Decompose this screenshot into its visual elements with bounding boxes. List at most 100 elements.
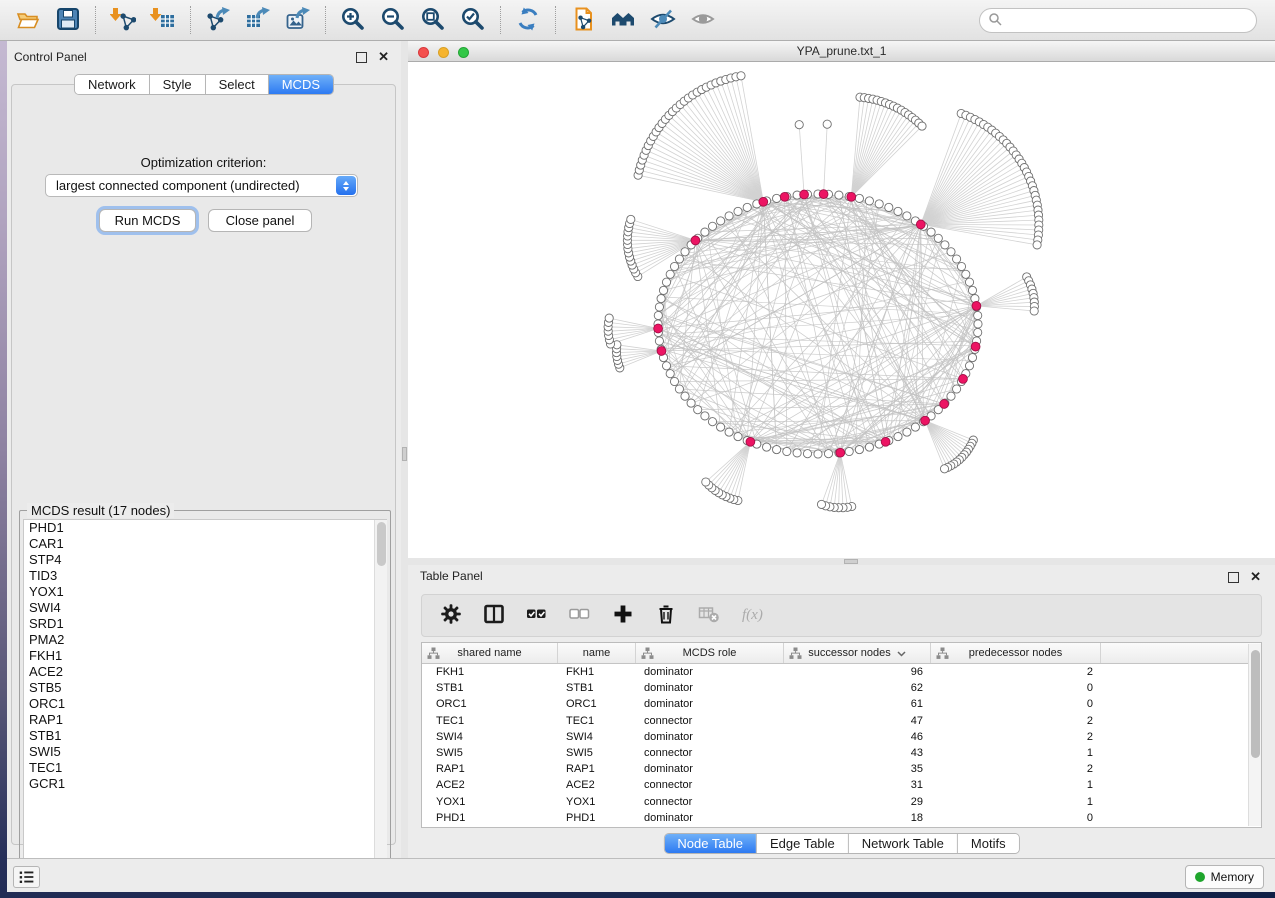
mcds-result-item[interactable]: CAR1 [24, 536, 386, 552]
table-row[interactable]: RAP1RAP1dominator352 [422, 761, 1261, 777]
create-column-button[interactable] [610, 603, 636, 629]
mcds-result-item[interactable]: GCR1 [24, 776, 386, 792]
mcds-result-item[interactable]: STB5 [24, 680, 386, 696]
tab-style[interactable]: Style [150, 75, 206, 94]
toolbar-separator [95, 6, 96, 34]
share-network-document-button[interactable] [566, 4, 600, 36]
mcds-result-item[interactable]: STB1 [24, 728, 386, 744]
table-row[interactable]: ACE2ACE2connector311 [422, 777, 1261, 793]
dominator-node [971, 342, 980, 351]
cb-unchecked-icon [569, 603, 591, 628]
search-box[interactable] [979, 8, 1257, 33]
toolbar-separator [500, 6, 501, 34]
export-table-button[interactable] [241, 4, 275, 36]
run-mcds-button[interactable]: Run MCDS [99, 209, 196, 232]
table-row[interactable]: PHD1PHD1dominator180 [422, 810, 1261, 826]
tab-network-table[interactable]: Network Table [849, 834, 958, 853]
toggle-graphics-details-button[interactable] [646, 4, 680, 36]
column-header-successor-nodes[interactable]: successor nodes [784, 643, 931, 663]
tab-edge-table[interactable]: Edge Table [757, 834, 849, 853]
float-panel-icon[interactable] [356, 52, 367, 63]
table-row[interactable]: ORC1ORC1dominator610 [422, 696, 1261, 712]
mcds-result-item[interactable]: SWI4 [24, 600, 386, 616]
table-row[interactable]: SWI5SWI5connector431 [422, 745, 1261, 761]
zoom-selected-button[interactable] [456, 4, 490, 36]
column-label: MCDS role [683, 647, 737, 659]
export-image-button[interactable] [281, 4, 315, 36]
cell-shared-name: SWI4 [422, 731, 558, 743]
mcds-result-item[interactable]: STP4 [24, 552, 386, 568]
mcds-result-item[interactable]: RAP1 [24, 712, 386, 728]
zoom-in-button[interactable] [336, 4, 370, 36]
table-row[interactable]: FKH1FKH1dominator962 [422, 664, 1261, 680]
mcds-result-list[interactable]: PHD1CAR1STP4TID3YOX1SWI4SRD1PMA2FKH1ACE2… [23, 519, 387, 879]
open-session-button[interactable] [11, 4, 45, 36]
tab-network[interactable]: Network [75, 75, 150, 94]
network-graph[interactable] [408, 62, 1275, 558]
network-window-titlebar[interactable]: YPA_prune.txt_1 [408, 41, 1275, 62]
column-header-predecessor-nodes[interactable]: predecessor nodes [931, 643, 1101, 663]
vertical-splitter[interactable] [401, 41, 408, 858]
table-row[interactable]: TEC1TEC1connector472 [422, 713, 1261, 729]
float-panel-icon[interactable] [1228, 572, 1239, 583]
list-icon [17, 867, 37, 887]
mcds-result-item[interactable]: SWI5 [24, 744, 386, 760]
column-header-name[interactable]: name [558, 643, 636, 663]
cell-shared-name: STB1 [422, 682, 558, 694]
show-column-panel-button[interactable] [481, 603, 507, 629]
table-row[interactable]: SWI4SWI4dominator462 [422, 729, 1261, 745]
splitter-grip-icon[interactable] [402, 447, 407, 461]
network-title: YPA_prune.txt_1 [408, 44, 1275, 58]
save-session-button[interactable] [51, 4, 85, 36]
horizontal-splitter[interactable] [408, 558, 1275, 565]
show-preview-button[interactable] [686, 4, 720, 36]
scrollbar-thumb[interactable] [1251, 650, 1260, 758]
table-scrollbar[interactable] [1248, 644, 1261, 826]
mcds-result-item[interactable]: PMA2 [24, 632, 386, 648]
tab-mcds[interactable]: MCDS [269, 75, 333, 94]
import-table-button[interactable] [146, 4, 180, 36]
memory-button[interactable]: Memory [1185, 865, 1264, 889]
mcds-result-item[interactable]: ORC1 [24, 696, 386, 712]
dominator-node [691, 236, 700, 245]
import-network-button[interactable] [106, 4, 140, 36]
deselect-all-columns-button[interactable] [567, 603, 593, 629]
export-network-button[interactable] [201, 4, 235, 36]
tab-motifs[interactable]: Motifs [958, 834, 1019, 853]
dominator-node [746, 437, 755, 446]
mcds-result-item[interactable]: YOX1 [24, 584, 386, 600]
mcds-result-item[interactable]: TID3 [24, 568, 386, 584]
mcds-result-item[interactable]: FKH1 [24, 648, 386, 664]
cell-predecessor-nodes: 0 [931, 812, 1101, 824]
cell-successor-nodes: 62 [784, 682, 931, 694]
mcds-result-item[interactable]: PHD1 [24, 520, 386, 536]
tab-node-table[interactable]: Node Table [664, 834, 757, 853]
mcds-list-scrollbar[interactable] [374, 520, 387, 878]
mcds-result-item[interactable]: TEC1 [24, 760, 386, 776]
table-settings-button[interactable] [438, 603, 464, 629]
main-toolbar [0, 0, 1275, 41]
network-home-button[interactable] [606, 4, 640, 36]
optimization-criterion-select[interactable]: largest connected component (undirected) [45, 174, 358, 197]
task-history-button[interactable] [13, 866, 40, 888]
close-panel-icon[interactable]: ✕ [1250, 568, 1261, 585]
zoom-fit-button[interactable] [416, 4, 450, 36]
mcds-result-item[interactable]: ACE2 [24, 664, 386, 680]
search-input[interactable] [1002, 14, 1256, 28]
close-panel-button[interactable]: Close panel [208, 209, 312, 232]
splitter-grip-icon[interactable] [844, 559, 858, 564]
mcds-result-item[interactable]: SRD1 [24, 616, 386, 632]
network-canvas[interactable] [408, 62, 1275, 558]
select-all-columns-button[interactable] [524, 603, 550, 629]
zoom-out-button[interactable] [376, 4, 410, 36]
tab-select[interactable]: Select [206, 75, 269, 94]
table-row[interactable]: YOX1YOX1connector291 [422, 794, 1261, 810]
dominator-node [836, 448, 845, 457]
column-header-MCDS-role[interactable]: MCDS role [636, 643, 784, 663]
refresh-button[interactable] [511, 4, 545, 36]
eye-gray-icon [690, 6, 716, 35]
close-panel-icon[interactable]: ✕ [378, 48, 389, 65]
delete-column-button[interactable] [653, 603, 679, 629]
column-header-shared-name[interactable]: shared name [422, 643, 558, 663]
table-row[interactable]: STB1STB1dominator620 [422, 680, 1261, 696]
